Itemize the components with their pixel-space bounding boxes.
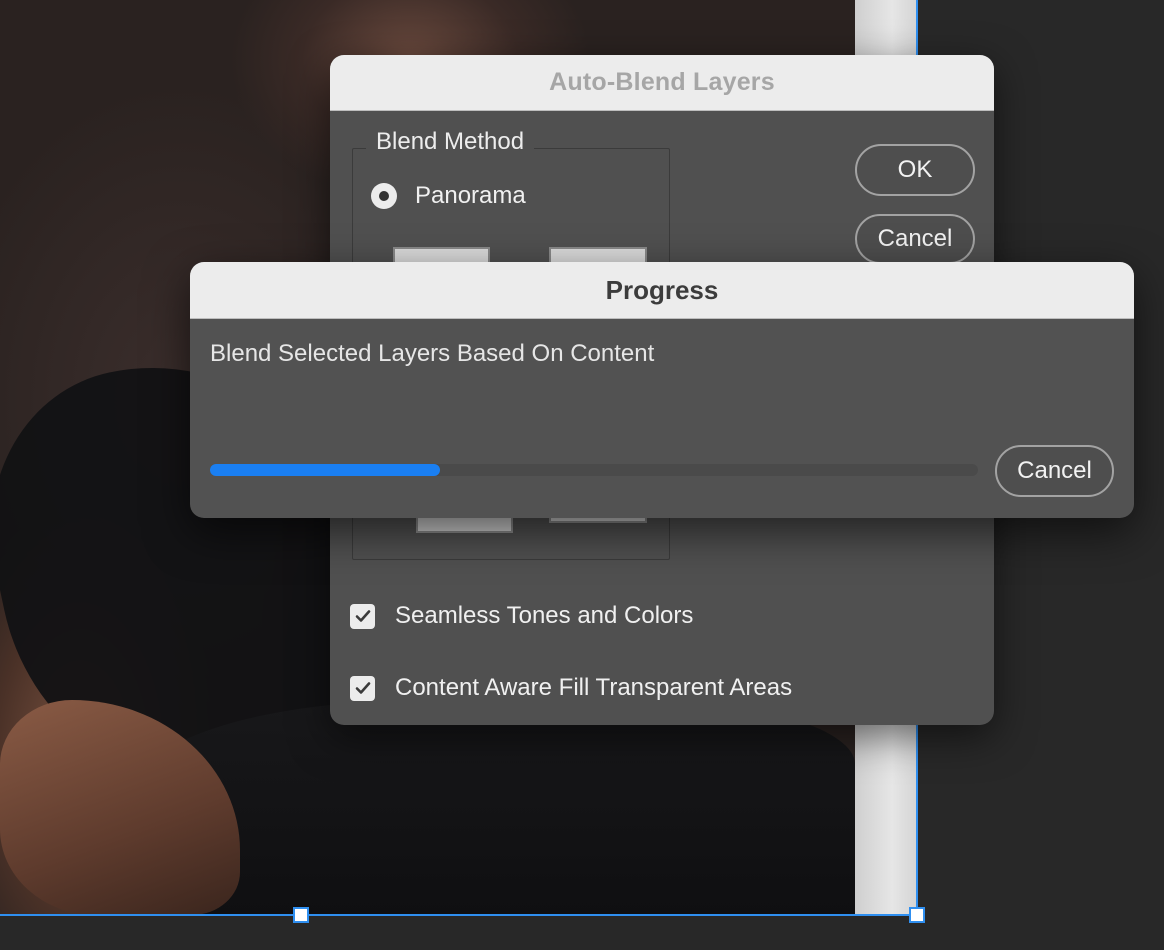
photo-legs bbox=[140, 700, 855, 915]
blend-method-legend: Blend Method bbox=[366, 128, 535, 156]
ok-button[interactable]: OK bbox=[855, 144, 975, 196]
progress-title: Progress bbox=[605, 274, 719, 305]
content-aware-fill-label: Content Aware Fill Transparent Areas bbox=[395, 674, 793, 701]
progress-titlebar[interactable]: Progress bbox=[190, 262, 1134, 319]
panorama-option[interactable]: Panorama bbox=[371, 182, 526, 210]
progress-message: Blend Selected Layers Based On Content bbox=[210, 340, 655, 367]
panorama-radio[interactable] bbox=[371, 183, 397, 209]
dialog-title: Auto-Blend Layers bbox=[549, 68, 775, 96]
seamless-tones-checkbox[interactable] bbox=[350, 603, 375, 629]
progress-cancel-button[interactable]: Cancel bbox=[995, 445, 1114, 497]
selection-border-bottom bbox=[0, 914, 918, 916]
progress-dialog: Progress Blend Selected Layers Based On … bbox=[190, 262, 1134, 518]
transform-handle-bottom-right[interactable] bbox=[909, 907, 925, 923]
content-aware-fill-option[interactable]: Content Aware Fill Transparent Areas bbox=[350, 674, 792, 702]
progress-bar-fill bbox=[210, 464, 441, 476]
auto-blend-titlebar[interactable]: Auto-Blend Layers bbox=[330, 55, 994, 111]
cancel-button[interactable]: Cancel bbox=[855, 214, 975, 264]
panorama-label: Panorama bbox=[415, 182, 526, 209]
content-aware-fill-checkbox[interactable] bbox=[350, 675, 375, 701]
seamless-tones-label: Seamless Tones and Colors bbox=[395, 602, 694, 629]
checkmark-icon bbox=[355, 610, 370, 622]
transform-handle-bottom-middle[interactable] bbox=[293, 907, 309, 923]
progress-bar bbox=[210, 464, 978, 476]
seamless-tones-option[interactable]: Seamless Tones and Colors bbox=[350, 602, 693, 630]
checkmark-icon bbox=[355, 682, 370, 694]
